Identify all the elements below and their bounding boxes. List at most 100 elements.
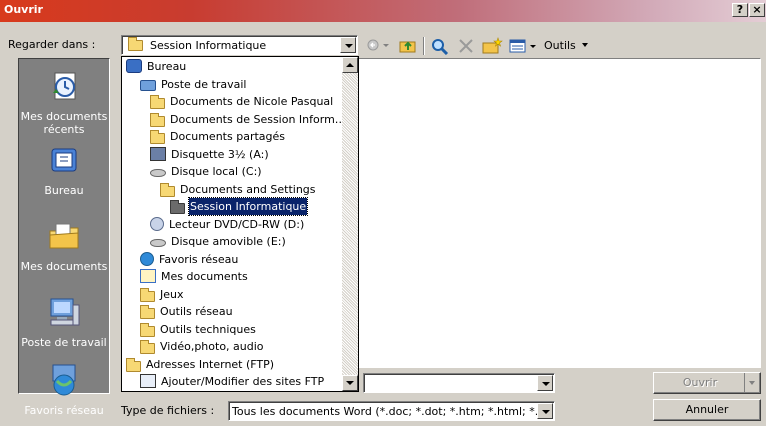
file-type-value: Tous les documents Word (*.doc; *.dot; *… — [232, 405, 539, 418]
dropdown-item[interactable]: Documents de Session Inform… — [150, 111, 347, 128]
scroll-down-button[interactable] — [342, 375, 358, 391]
search-web-icon — [432, 39, 449, 56]
dropdown-item[interactable]: Jeux — [140, 286, 185, 303]
dropdown-item[interactable]: Lecteur DVD/CD-RW (D:) — [150, 216, 305, 233]
place-my-documents[interactable]: Mes documents — [19, 219, 109, 273]
dropdown-item[interactable]: Poste de travail — [140, 76, 247, 93]
dropdown-item[interactable]: Outils réseau — [140, 303, 234, 320]
dropdown-item-label: Outils techniques — [160, 322, 256, 336]
my-documents-icon — [49, 223, 79, 249]
places-bar: Mes documents récents Bureau Mes documen… — [18, 58, 110, 417]
dropdown-item-label: Disquette 3½ (A:) — [171, 147, 269, 161]
hard-drive-icon — [150, 239, 166, 247]
delete-icon — [459, 39, 473, 53]
place-network[interactable]: Favoris réseau — [19, 363, 109, 417]
look-in-combo[interactable]: Session Informatique — [121, 35, 358, 55]
title-bar[interactable]: Ouvrir ? × — [0, 0, 766, 22]
place-label: Mes documents — [20, 260, 108, 273]
dropdown-item[interactable]: Documents and Settings — [160, 181, 317, 198]
scroll-up-button[interactable] — [342, 57, 358, 73]
file-type-label-text: Type de fichiers : — [121, 404, 215, 417]
look-in-label: Regarder dans : — [8, 38, 95, 51]
desktop-icon — [126, 59, 142, 73]
chevron-down-icon — [749, 381, 755, 385]
place-label: Poste de travail — [21, 336, 107, 349]
tools-label: Outils — [544, 39, 576, 52]
dropdown-item-label: Mes documents — [161, 270, 248, 283]
dropdown-item-label: Documents and Settings — [180, 182, 316, 196]
new-folder-icon — [482, 37, 503, 54]
close-button[interactable]: × — [749, 3, 765, 17]
dropdown-item[interactable]: Session Informatique — [170, 197, 309, 216]
dropdown-item[interactable]: Disque local (C:) — [150, 163, 263, 180]
my-computer-icon — [140, 79, 156, 91]
folder-icon — [150, 130, 165, 144]
file-type-dropdown-button[interactable] — [537, 403, 553, 419]
folder-icon — [140, 322, 155, 337]
dropdown-item[interactable]: Vidéo,photo, audio — [140, 338, 265, 355]
dropdown-item[interactable]: Ajouter/Modifier des sites FTP — [140, 373, 325, 390]
documents-icon — [140, 269, 156, 283]
look-in-label-text: Regarder dans : — [8, 38, 96, 51]
dropdown-item-label: Ajouter/Modifier des sites FTP — [161, 375, 325, 388]
my-computer-icon — [50, 298, 80, 326]
dropdown-item[interactable]: Outils techniques — [140, 321, 257, 338]
new-folder-button[interactable] — [481, 37, 503, 55]
dropdown-item[interactable]: Adresses Internet (FTP) — [126, 356, 275, 373]
place-desktop[interactable]: Bureau — [19, 143, 109, 197]
dropdown-item-label: Lecteur DVD/CD-RW (D:) — [169, 217, 305, 231]
file-type-combo[interactable]: Tous les documents Word (*.doc; *.dot; *… — [228, 401, 555, 421]
back-icon — [367, 39, 389, 51]
open-split-arrow[interactable] — [744, 373, 760, 393]
place-label: Mes documents récents — [20, 110, 108, 136]
folder-open-icon — [170, 200, 185, 214]
back-button[interactable] — [366, 37, 392, 55]
dropdown-item[interactable]: Documents partagés — [150, 128, 286, 145]
dropdown-item-label: Favoris réseau — [159, 252, 239, 266]
dropdown-item-label: Adresses Internet (FTP) — [146, 357, 275, 371]
folder-icon — [140, 305, 155, 319]
place-recent-documents[interactable]: Mes documents récents — [19, 69, 109, 136]
vertical-scrollbar[interactable] — [342, 57, 358, 391]
ftp-site-icon — [140, 374, 156, 388]
dropdown-item-label: Session Informatique — [187, 197, 309, 216]
open-button[interactable]: Ouvrir — [653, 372, 761, 394]
chevron-down-icon — [582, 43, 589, 47]
dropdown-item-label: Documents de Nicole Pasqual — [170, 95, 334, 108]
cancel-label: Annuler — [685, 403, 729, 416]
look-in-dropdown-list[interactable]: Bureau Poste de travail Documents de Nicol… — [121, 56, 359, 392]
network-icon — [140, 251, 154, 266]
delete-button[interactable] — [456, 37, 476, 55]
dropdown-item[interactable]: Favoris réseau — [140, 251, 239, 268]
place-label: Bureau — [44, 184, 84, 197]
dropdown-item[interactable]: Bureau — [126, 58, 187, 75]
hard-drive-icon — [150, 169, 166, 177]
folder-icon — [160, 182, 175, 197]
dropdown-item-label: Outils réseau — [160, 305, 233, 318]
folder-icon — [150, 95, 165, 109]
dropdown-item-label: Documents partagés — [170, 130, 285, 143]
search-web-button[interactable] — [430, 37, 450, 56]
dropdown-item[interactable]: Disque amovible (E:) — [150, 233, 287, 250]
place-label: Favoris réseau — [24, 404, 104, 417]
cd-drive-icon — [150, 216, 164, 231]
file-name-input[interactable] — [363, 373, 555, 393]
dropdown-item-label: Documents de Session Inform… — [170, 112, 346, 126]
look-in-value: Session Informatique — [150, 39, 267, 52]
dropdown-item-label: Disque amovible (E:) — [171, 235, 286, 248]
dropdown-item[interactable]: Disquette 3½ (A:) — [150, 146, 270, 163]
dropdown-item-label: Vidéo,photo, audio — [160, 340, 264, 353]
toolbar-separator — [423, 37, 425, 55]
dropdown-item[interactable]: Documents de Nicole Pasqual — [150, 93, 334, 110]
views-button[interactable] — [508, 37, 540, 55]
look-in-dropdown-button[interactable] — [340, 37, 356, 53]
tools-menu[interactable]: Outils — [544, 37, 600, 55]
help-button[interactable]: ? — [732, 3, 748, 17]
dropdown-item[interactable]: Mes documents — [140, 268, 249, 285]
file-type-label: Type de fichiers : — [121, 404, 214, 417]
file-name-dropdown-button[interactable] — [537, 375, 553, 391]
up-folder-button[interactable] — [398, 37, 418, 55]
cancel-button[interactable]: Annuler — [653, 399, 761, 421]
views-icon — [509, 39, 536, 53]
place-my-computer[interactable]: Poste de travail — [19, 295, 109, 349]
